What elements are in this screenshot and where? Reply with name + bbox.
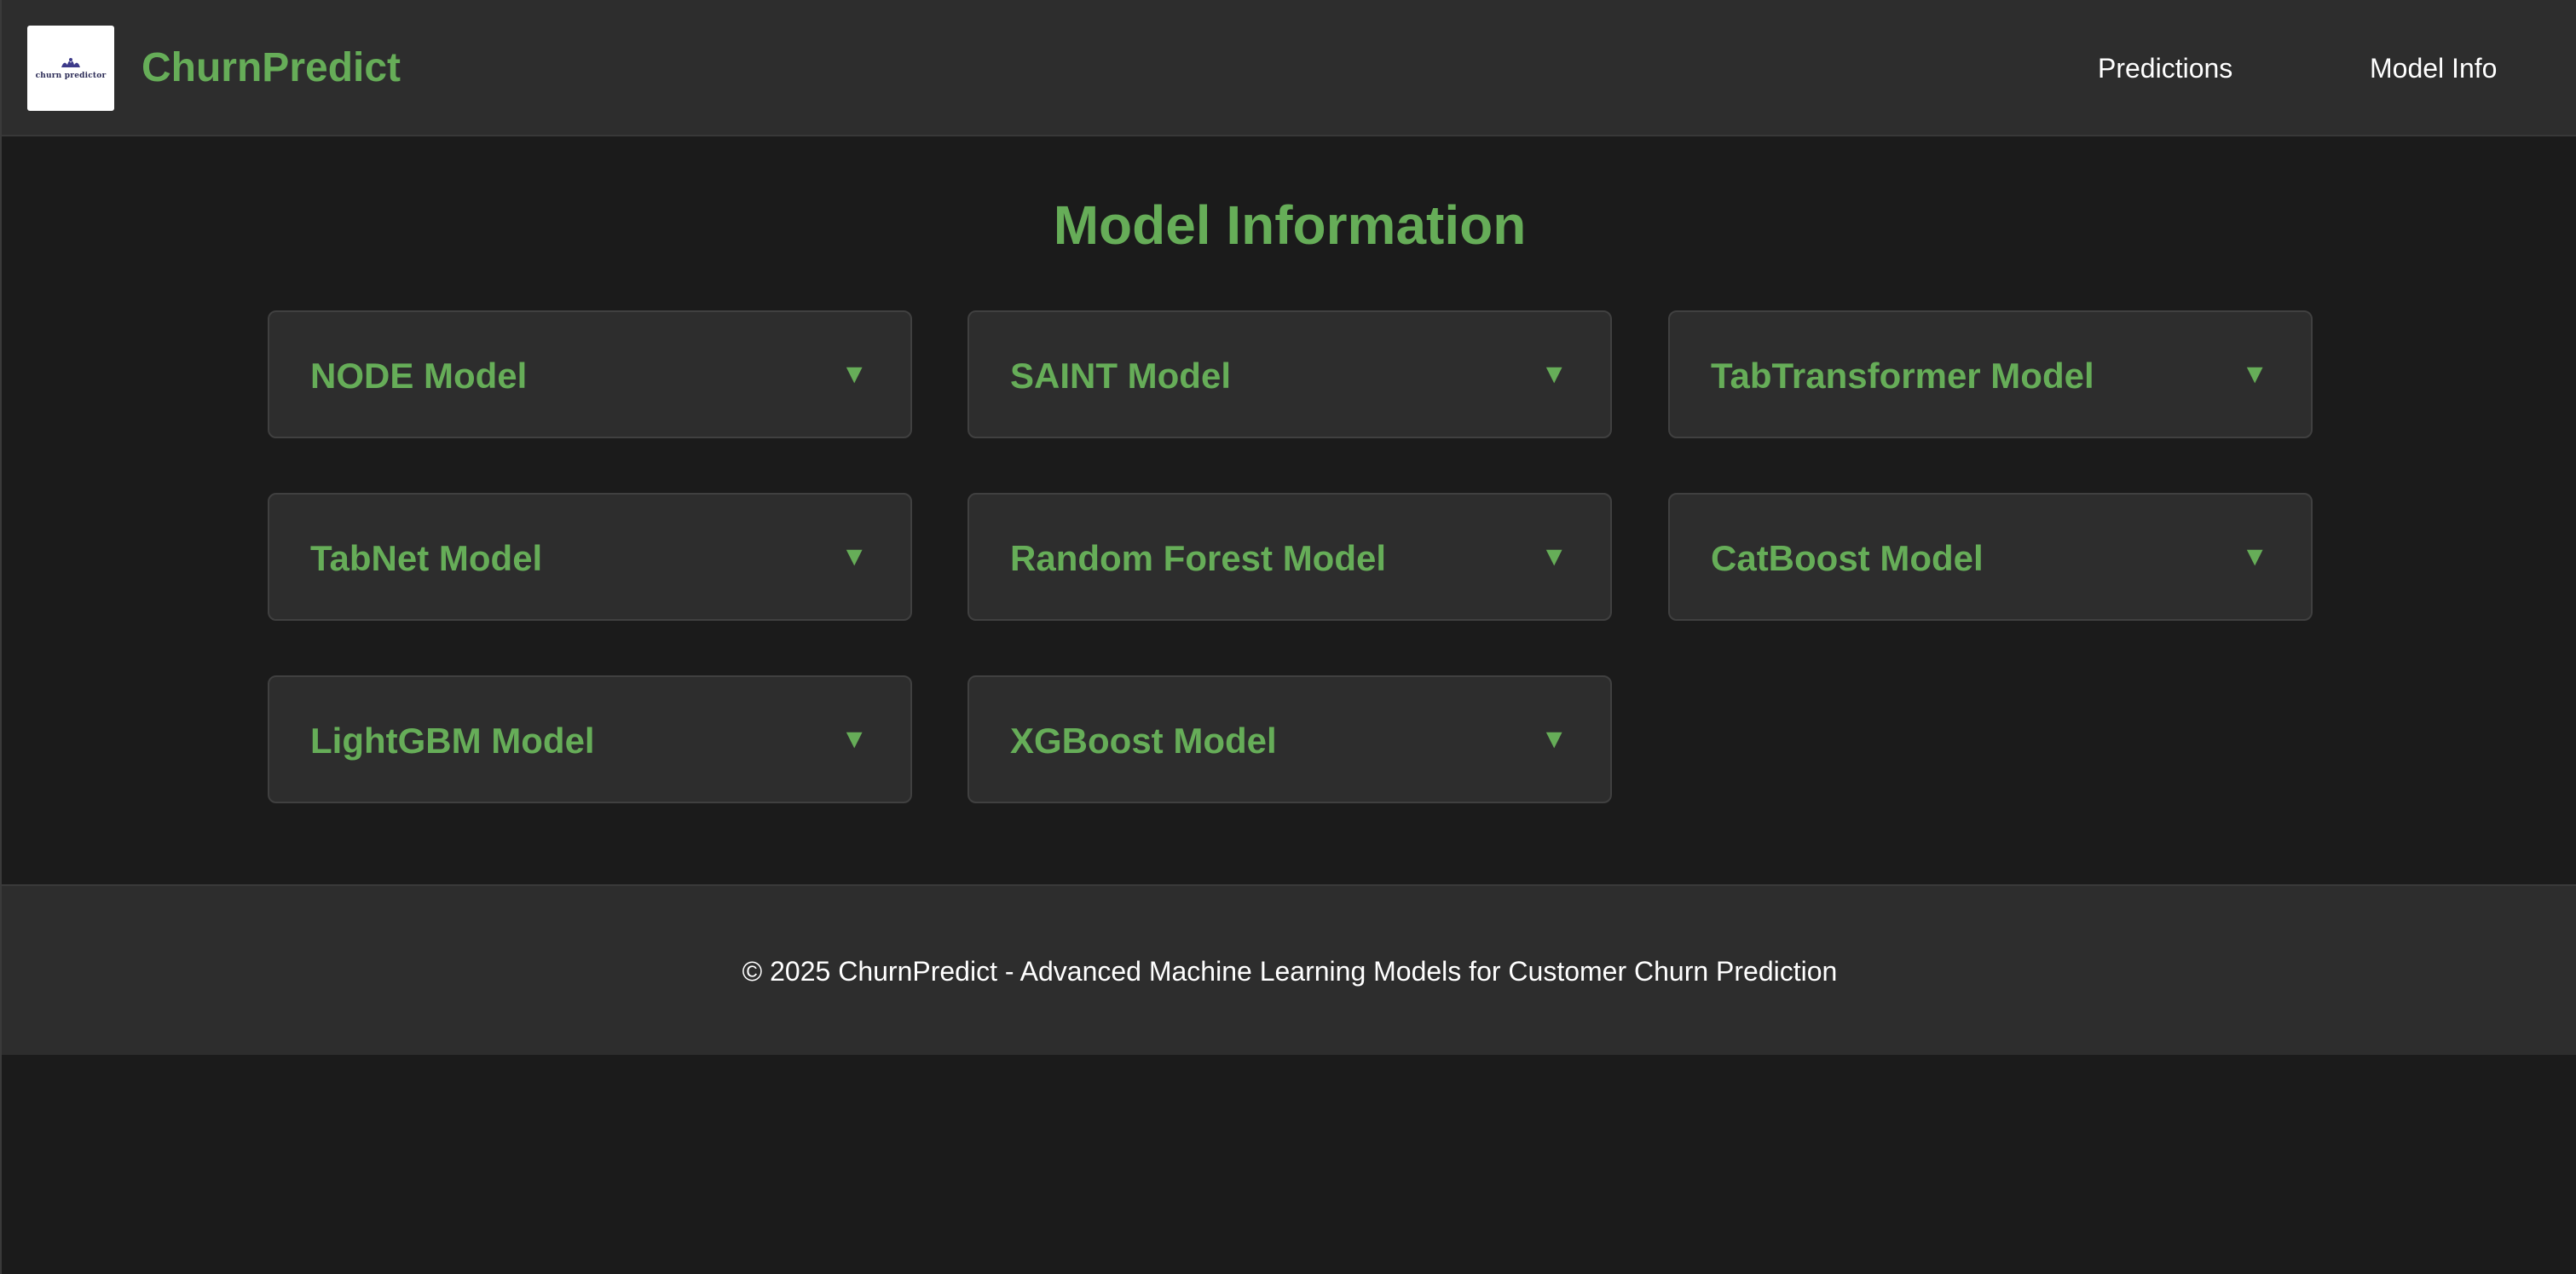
brand-name[interactable]: ChurnPredict	[142, 43, 401, 94]
chevron-down-icon: ▼	[840, 541, 868, 571]
model-card-title: TabTransformer Model	[1711, 356, 2094, 396]
page-title: Model Information	[1053, 194, 1527, 256]
chevron-down-icon: ▼	[1540, 358, 1568, 389]
logo-text: churn predictor	[35, 71, 107, 80]
model-card-title: TabNet Model	[310, 538, 543, 578]
chevron-down-icon: ▼	[2241, 358, 2268, 389]
nav-link-model-info[interactable]: Model Info	[2370, 49, 2497, 87]
model-card-lightgbm[interactable]: LightGBM Model ▼	[268, 675, 912, 803]
model-card-catboost[interactable]: CatBoost Model ▼	[1668, 493, 2313, 621]
chevron-down-icon: ▼	[840, 723, 868, 754]
chevron-down-icon: ▼	[1540, 541, 1568, 571]
chevron-down-icon: ▼	[1540, 723, 1568, 754]
page: churn predictor ChurnPredict Predictions…	[0, 0, 2576, 1274]
model-card-xgboost[interactable]: XGBoost Model ▼	[967, 675, 1612, 803]
nav-link-predictions[interactable]: Predictions	[2098, 49, 2232, 87]
model-card-tabtransformer[interactable]: TabTransformer Model ▼	[1668, 310, 2313, 438]
model-card-saint[interactable]: SAINT Model ▼	[967, 310, 1612, 438]
chevron-down-icon: ▼	[840, 358, 868, 389]
model-card-title: NODE Model	[310, 356, 528, 396]
model-card-title: XGBoost Model	[1010, 721, 1277, 761]
logo[interactable]: churn predictor	[27, 26, 114, 111]
model-card-title: CatBoost Model	[1711, 538, 1984, 578]
logo-icon	[61, 57, 80, 67]
top-navbar: churn predictor ChurnPredict Predictions…	[2, 0, 2576, 136]
model-card-random-forest[interactable]: Random Forest Model ▼	[967, 493, 1612, 621]
model-card-title: LightGBM Model	[310, 721, 595, 761]
model-card-title: SAINT Model	[1010, 356, 1231, 396]
chevron-down-icon: ▼	[2241, 541, 2268, 571]
model-card-tabnet[interactable]: TabNet Model ▼	[268, 493, 912, 621]
model-card-node[interactable]: NODE Model ▼	[268, 310, 912, 438]
model-card-title: Random Forest Model	[1010, 538, 1387, 578]
footer-copyright: © 2025 ChurnPredict - Advanced Machine L…	[742, 956, 1838, 987]
footer: © 2025 ChurnPredict - Advanced Machine L…	[2, 884, 2576, 1055]
